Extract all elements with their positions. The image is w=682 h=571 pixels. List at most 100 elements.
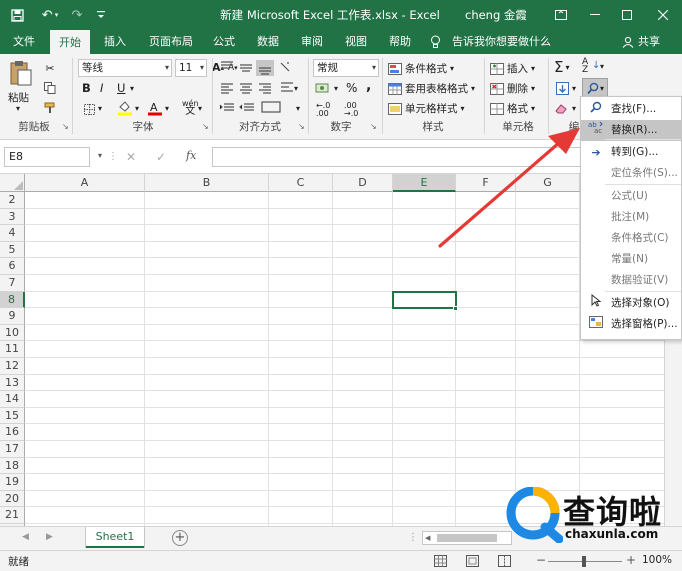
row-header-4[interactable]: 4 xyxy=(0,225,25,242)
borders-icon[interactable] xyxy=(82,102,96,116)
row-header-3[interactable]: 3 xyxy=(0,208,25,226)
menu-item-7[interactable]: 条件格式(C) xyxy=(581,228,681,249)
fill-down-icon[interactable] xyxy=(554,81,570,95)
conditional-formatting-button[interactable]: 条件格式 ▾ xyxy=(388,61,454,76)
bold-button[interactable]: B xyxy=(82,81,91,95)
zoom-slider-thumb[interactable] xyxy=(582,556,586,567)
maximize-icon[interactable] xyxy=(610,0,644,30)
underline-button[interactable]: U xyxy=(117,81,125,95)
delete-cells-button[interactable]: 删除 ▾ xyxy=(490,81,535,96)
accounting-format-icon[interactable] xyxy=(314,81,332,95)
sort-filter-button[interactable]: AZ xyxy=(582,58,588,75)
font-color-icon[interactable]: A xyxy=(146,100,164,116)
decrease-decimal-button[interactable]: .00 →.0 xyxy=(344,102,358,118)
menu-item-8[interactable]: 常量(N) xyxy=(581,249,681,270)
paste-dropdown-icon[interactable]: ▾ xyxy=(16,104,20,113)
clear-icon[interactable] xyxy=(554,101,570,115)
alignment-launcher-icon[interactable]: ↘ xyxy=(298,122,305,131)
row-header-16[interactable]: 16 xyxy=(0,424,25,441)
row-header-9[interactable]: 9 xyxy=(0,308,25,325)
tab-view[interactable]: 视图 xyxy=(338,30,374,54)
share-button[interactable]: 共享 xyxy=(638,30,660,54)
ribbon-display-options-icon[interactable] xyxy=(544,0,578,30)
tab-file[interactable]: 文件 xyxy=(6,30,42,54)
zoom-in-icon[interactable]: + xyxy=(626,553,636,567)
italic-button[interactable]: I xyxy=(100,81,103,95)
row-header-19[interactable]: 19 xyxy=(0,474,25,491)
number-format-combo[interactable]: 常规 ▾ xyxy=(313,59,379,77)
tab-insert[interactable]: 插入 xyxy=(96,30,134,54)
column-header-c[interactable]: C xyxy=(269,174,333,192)
accounting-dropdown-icon[interactable]: ▾ xyxy=(334,84,338,93)
page-break-view-icon[interactable] xyxy=(498,555,511,570)
share-user-icon[interactable] xyxy=(622,36,634,51)
row-header-5[interactable]: 5 xyxy=(0,241,25,259)
underline-dropdown-icon[interactable]: ▾ xyxy=(130,84,134,93)
wrap-text-dropdown-icon[interactable]: ▾ xyxy=(294,84,298,93)
fill-dropdown-icon[interactable]: ▾ xyxy=(572,84,576,93)
menu-item-4[interactable]: 定位条件(S)... xyxy=(581,163,681,184)
phonetic-dropdown-icon[interactable]: ▾ xyxy=(198,104,202,113)
scroll-left-icon[interactable]: ◀ xyxy=(425,534,430,542)
new-sheet-icon[interactable]: + xyxy=(172,530,188,546)
zoom-out-icon[interactable]: − xyxy=(536,553,546,567)
tell-me-search[interactable]: 告诉我你想要做什么 xyxy=(452,30,551,54)
menu-item-9[interactable]: 数据验证(V) xyxy=(581,270,681,291)
font-name-combo[interactable]: 等线 ▾ xyxy=(78,59,172,77)
tab-review[interactable]: 审阅 xyxy=(294,30,330,54)
redo-icon[interactable]: ↷ xyxy=(68,6,86,24)
fill-color-dropdown-icon[interactable]: ▾ xyxy=(135,104,139,113)
paste-button[interactable]: 粘贴 ▾ xyxy=(6,58,36,113)
comma-button[interactable]: , xyxy=(366,78,371,94)
copy-icon[interactable] xyxy=(42,80,58,96)
percent-button[interactable]: % xyxy=(346,81,357,95)
row-header-6[interactable]: 6 xyxy=(0,258,25,275)
row-header-2[interactable]: 2 xyxy=(0,192,25,209)
font-size-combo[interactable]: 11 ▾ xyxy=(175,59,207,77)
clear-dropdown-icon[interactable]: ▾ xyxy=(572,104,576,113)
tab-data[interactable]: 数据 xyxy=(250,30,286,54)
insert-cells-button[interactable]: 插入 ▾ xyxy=(490,61,535,76)
sheet-tab-sheet1[interactable]: Sheet1 xyxy=(86,527,144,548)
merge-dropdown-icon[interactable]: ▾ xyxy=(296,104,300,113)
borders-dropdown-icon[interactable]: ▾ xyxy=(98,104,102,113)
undo-icon[interactable]: ↶ ▾ xyxy=(36,6,64,24)
page-layout-view-icon[interactable] xyxy=(466,555,479,570)
row-header-8[interactable]: 8 xyxy=(0,291,25,309)
row-header-14[interactable]: 14 xyxy=(0,391,25,408)
select-all-corner[interactable] xyxy=(0,174,25,192)
autosum-icon[interactable]: Σ ▾ xyxy=(554,58,570,76)
user-name[interactable]: cheng 金霞 xyxy=(465,7,527,23)
column-header-a[interactable]: A xyxy=(25,174,145,192)
number-launcher-icon[interactable]: ↘ xyxy=(370,122,377,131)
name-box-dropdown-icon[interactable]: ▾ xyxy=(98,151,102,160)
cut-icon[interactable]: ✂ xyxy=(42,60,58,76)
horizontal-scrollbar[interactable]: ◀ xyxy=(422,531,512,545)
row-header-12[interactable]: 12 xyxy=(0,358,25,375)
row-header-18[interactable]: 18 xyxy=(0,457,25,475)
save-icon[interactable] xyxy=(8,6,26,24)
row-header-17[interactable]: 17 xyxy=(0,441,25,458)
increase-decimal-button[interactable]: ←.0.00 xyxy=(316,102,330,118)
normal-view-icon[interactable] xyxy=(434,555,447,570)
sort-dropdown-icon[interactable]: ▾ xyxy=(600,62,604,71)
close-icon[interactable] xyxy=(646,0,680,30)
tab-formulas[interactable]: 公式 xyxy=(206,30,242,54)
next-sheet-icon[interactable]: ▶ xyxy=(46,532,53,542)
cell-styles-button[interactable]: 单元格样式 ▾ xyxy=(388,101,465,116)
column-header-d[interactable]: D xyxy=(333,174,393,192)
row-header-10[interactable]: 10 xyxy=(0,324,25,342)
minimize-icon[interactable] xyxy=(578,0,612,30)
row-header-21[interactable]: 21 xyxy=(0,507,25,524)
prev-sheet-icon[interactable]: ◀ xyxy=(22,532,29,542)
format-cells-button[interactable]: 格式 ▾ xyxy=(490,101,535,116)
cancel-entry-icon[interactable]: ✕ xyxy=(126,150,136,164)
insert-function-button[interactable]: fx xyxy=(186,149,196,162)
row-header-15[interactable]: 15 xyxy=(0,407,25,425)
tab-home[interactable]: 开始 xyxy=(50,30,90,54)
menu-item-6[interactable]: 批注(M) xyxy=(581,207,681,228)
selected-cell[interactable] xyxy=(392,290,457,310)
customize-quick-access-icon[interactable] xyxy=(92,6,110,24)
menu-item-2[interactable]: ab ac 替换(R)... xyxy=(581,120,681,141)
tab-page-layout[interactable]: 页面布局 xyxy=(142,30,200,54)
